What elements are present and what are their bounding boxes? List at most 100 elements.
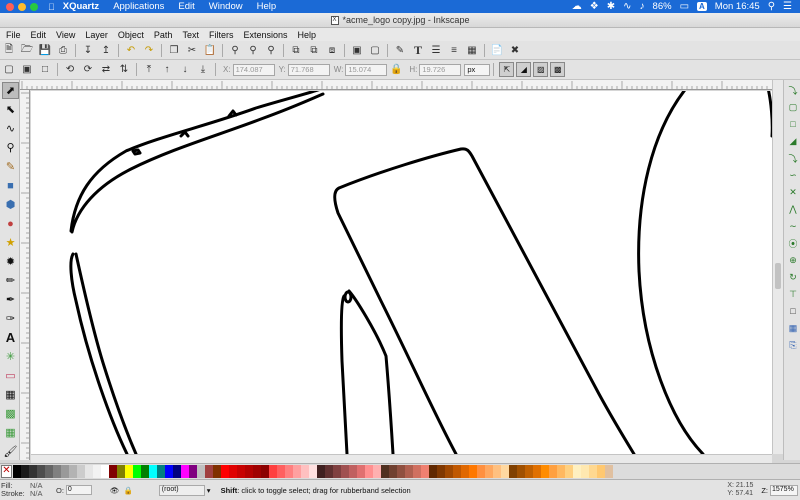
bluetooth-icon[interactable]: ✱ (607, 1, 615, 12)
snap-intersection-icon[interactable]: ✕ (786, 185, 800, 199)
snap-nodes-icon[interactable]: ⤵ (786, 151, 800, 165)
group-icon[interactable]: ▣ (350, 43, 364, 57)
palette-swatch[interactable] (165, 465, 173, 478)
undo-icon[interactable]: ↶ (124, 43, 138, 57)
unit-select[interactable]: px (464, 63, 491, 76)
palette-swatch[interactable] (381, 465, 389, 478)
palette-swatch[interactable] (333, 465, 341, 478)
battery-icon[interactable]: ▭ (680, 1, 689, 12)
snap-paths-icon[interactable]: ∽ (786, 168, 800, 182)
menu-text[interactable]: Text (182, 30, 199, 40)
width-field[interactable]: 15.074 (345, 63, 388, 76)
vertical-scrollbar[interactable] (772, 80, 783, 454)
palette-swatch[interactable] (277, 465, 285, 478)
palette-swatch[interactable] (461, 465, 469, 478)
palette-swatch[interactable] (357, 465, 365, 478)
zoom-tool-icon[interactable]: ⚲ (2, 139, 19, 156)
deselect-icon[interactable]: □ (38, 63, 52, 77)
palette-swatch[interactable] (437, 465, 445, 478)
menu-path[interactable]: Path (154, 30, 173, 40)
text-font-icon[interactable]: T (411, 43, 425, 57)
palette-swatch[interactable] (13, 465, 21, 478)
flip-horizontal-icon[interactable]: ⇄ (99, 63, 113, 77)
vertical-scroll-thumb[interactable] (775, 263, 781, 289)
ellipse-tool-icon[interactable]: ● (2, 215, 19, 232)
palette-swatch[interactable] (253, 465, 261, 478)
dropbox-icon[interactable]: ❖ (590, 1, 599, 12)
menu-edit[interactable]: Edit (31, 30, 47, 40)
notification-center-icon[interactable]: ☰ (783, 1, 792, 12)
palette-swatch[interactable] (413, 465, 421, 478)
palette-swatch[interactable] (477, 465, 485, 478)
palette-swatch[interactable] (373, 465, 381, 478)
palette-swatch[interactable] (61, 465, 69, 478)
palette-swatch[interactable] (101, 465, 109, 478)
rotate-cw-icon[interactable]: ⟳ (81, 63, 95, 77)
snap-bbox-edge-icon[interactable]: □ (786, 117, 800, 131)
palette-swatch[interactable] (197, 465, 205, 478)
ungroup-icon[interactable]: ▢ (368, 43, 382, 57)
zoom-window-button[interactable] (30, 2, 38, 11)
scale-corners-toggle[interactable]: ◢ (516, 62, 532, 77)
fill-stroke-icon[interactable]: ✎ (393, 43, 407, 57)
copy-icon[interactable]: ❐ (167, 43, 181, 57)
palette-swatch[interactable] (573, 465, 581, 478)
document-properties-icon[interactable]: 📄 (490, 43, 504, 57)
save-icon[interactable]: 💾 (38, 43, 52, 57)
palette-swatch[interactable] (309, 465, 317, 478)
paste-icon[interactable]: 📋 (203, 43, 217, 57)
zoom-drawing-icon[interactable]: ⚲ (246, 43, 260, 57)
palette-swatch[interactable] (133, 465, 141, 478)
palette-swatch[interactable] (37, 465, 45, 478)
menu-help[interactable]: Help (297, 30, 316, 40)
palette-swatch[interactable] (181, 465, 189, 478)
palette-swatch[interactable] (349, 465, 357, 478)
3dbox-tool-icon[interactable]: ⬢ (2, 196, 19, 213)
align-distribute-icon[interactable]: ▦ (465, 43, 479, 57)
palette-swatch[interactable] (429, 465, 437, 478)
palette-swatch[interactable] (525, 465, 533, 478)
snap-smooth-icon[interactable]: ∼ (786, 219, 800, 233)
snap-rotation-icon[interactable]: ↻ (786, 270, 800, 284)
horizontal-scrollbar[interactable] (31, 454, 772, 463)
snap-toggle-icon[interactable]: ⤵ (786, 83, 800, 97)
palette-swatch[interactable] (501, 465, 509, 478)
export-icon[interactable]: ↥ (99, 43, 113, 57)
palette-swatch[interactable] (509, 465, 517, 478)
menu-filters[interactable]: Filters (209, 30, 234, 40)
menubar-item-help[interactable]: Help (257, 1, 277, 12)
open-icon[interactable]: 🗁 (20, 43, 34, 57)
palette-swatch[interactable] (565, 465, 573, 478)
snap-grid-icon[interactable]: ▦ (786, 321, 800, 335)
apple-icon[interactable]:  (48, 2, 55, 12)
x-field[interactable]: 174.087 (232, 63, 275, 76)
selector-tool-icon[interactable]: ⬈ (2, 82, 19, 99)
eye-icon[interactable]: 👁 (110, 486, 120, 495)
menubar-item-edit[interactable]: Edit (178, 1, 194, 12)
palette-swatch[interactable] (93, 465, 101, 478)
snap-bbox-corner-icon[interactable]: ◢ (786, 134, 800, 148)
menu-file[interactable]: File (6, 30, 21, 40)
raise-to-top-icon[interactable]: ⤒ (142, 63, 156, 77)
palette-swatch[interactable] (605, 465, 613, 478)
palette-swatch[interactable] (533, 465, 541, 478)
mesh-tool-icon[interactable]: ▦ (2, 424, 19, 441)
cut-icon[interactable]: ✂ (185, 43, 199, 57)
wifi-icon[interactable]: ∿ (623, 1, 631, 12)
palette-swatch[interactable] (261, 465, 269, 478)
import-icon[interactable]: ↧ (81, 43, 95, 57)
xml-editor-icon[interactable]: ≡ (447, 43, 461, 57)
opacity-field[interactable]: 0 (65, 485, 92, 495)
palette-swatch[interactable] (125, 465, 133, 478)
snap-midpoint-icon[interactable]: ⦿ (786, 236, 800, 250)
palette-swatch[interactable] (109, 465, 117, 478)
y-field[interactable]: 71.768 (287, 63, 330, 76)
lock-icon[interactable]: 🔒 (123, 486, 132, 495)
palette-swatch[interactable] (141, 465, 149, 478)
text-tool-icon[interactable]: A (2, 329, 19, 346)
height-field[interactable]: 19.726 (419, 63, 462, 76)
palette-swatch[interactable] (53, 465, 61, 478)
star-tool-icon[interactable]: ★ (2, 234, 19, 251)
palette-swatch[interactable] (117, 465, 125, 478)
horizontal-ruler[interactable] (20, 80, 772, 90)
